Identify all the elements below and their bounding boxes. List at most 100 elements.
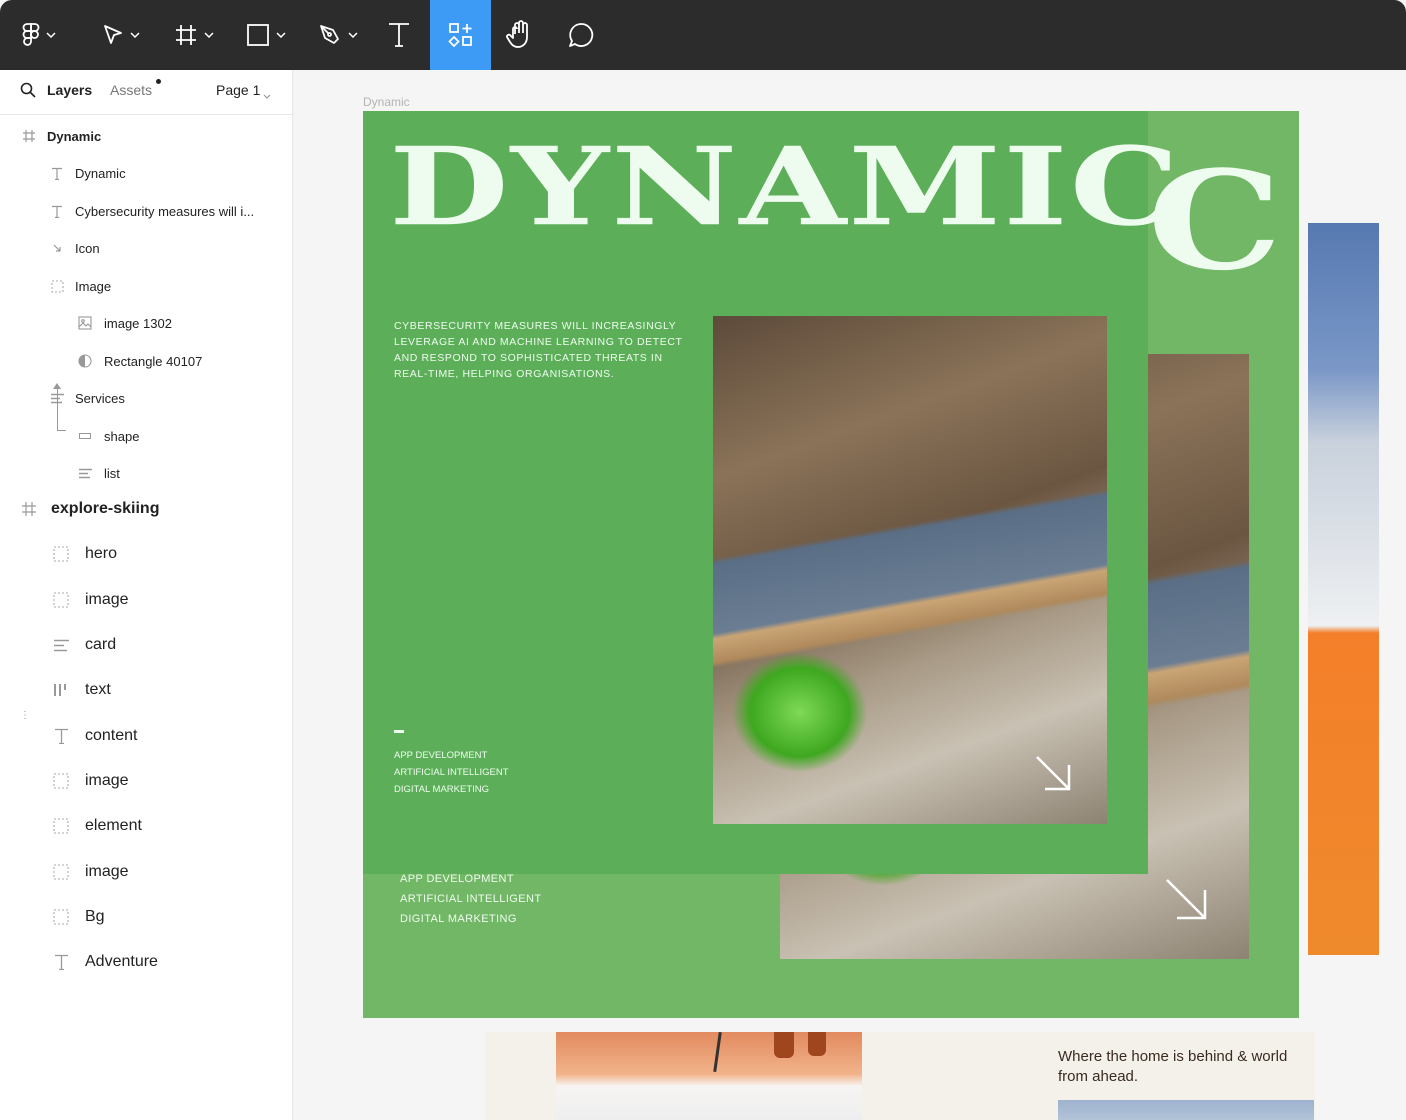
frame-tool-button[interactable] [168,0,220,70]
dashed-frame-icon [52,545,70,563]
layer-list[interactable]: list [0,463,292,483]
layers-panel: Layers Assets Page 1 Dynamic Dynamic Cyb… [0,70,293,1120]
design-canvas[interactable]: Dynamic C APP DEVELOPMENT ARTIFICIAL INT… [293,70,1406,1120]
comment-icon [567,21,595,49]
layer-icon[interactable]: Icon [0,238,292,258]
skier-thumbnail-image [1058,1100,1314,1120]
toolbar [0,0,1406,70]
rectangle-icon [246,23,270,47]
layer-image[interactable]: image [0,770,292,792]
text-t-icon [52,727,70,745]
layer-label: image [85,863,129,880]
dynamic-frame[interactable]: C APP DEVELOPMENT ARTIFICIAL INTELLIGENT… [363,111,1299,1018]
service-item: ARTIFICIAL INTELLIGENT [394,767,509,778]
layer-label: list [104,465,120,481]
layer-dynamic-frame[interactable]: Dynamic [0,126,292,146]
layer-text[interactable]: text [0,679,292,701]
arrow-down-right-icon [1033,753,1075,800]
assets-notification-dot [156,79,161,84]
layer-label: explore-skiing [51,500,160,517]
arrow-icon [48,239,66,257]
layer-image-group[interactable]: Image [0,276,292,296]
frame-label[interactable]: Dynamic [363,95,410,109]
pen-tool-button[interactable] [312,0,364,70]
layer-cybersecurity-text[interactable]: Cybersecurity measures will i... [0,201,292,221]
layer-element[interactable]: element [0,815,292,837]
skier-leg [808,1032,826,1056]
explore-skiing-preview[interactable] [1308,223,1379,955]
service-item: APP DEVELOPMENT [394,750,488,761]
dashed-frame-icon [52,908,70,926]
text-t-icon [48,202,66,220]
layer-hero[interactable]: hero [0,543,292,565]
layer-explore-skiing-frame[interactable]: explore-skiing [0,498,292,520]
layer-label: Adventure [85,953,158,970]
poster-title: DYNAMIC [389,122,1182,250]
layer-dynamic-text[interactable]: Dynamic [0,163,292,183]
frame-hash-icon [20,500,38,518]
ski-pole [713,1031,722,1073]
layer-bg[interactable]: Bg [0,906,292,928]
figma-logo-icon [22,23,40,47]
layer-label: image [85,591,129,608]
services-list-back: APP DEVELOPMENT ARTIFICIAL INTELLIGENT D… [400,869,541,929]
services-dash [394,730,404,733]
frame-hash-icon [20,127,38,145]
comment-tool-button[interactable] [561,0,601,70]
layer-card[interactable]: card [0,634,292,656]
service-item: DIGITAL MARKETING [394,784,490,795]
layer-label: Cybersecurity measures will i... [75,203,255,219]
half-circle-icon [76,352,94,370]
layer-label: text [85,681,111,698]
list-lines-icon [48,389,66,407]
layer-content[interactable]: content [0,725,292,747]
drag-handle-icon[interactable]: ⋮ [20,710,30,721]
layer-label: content [85,727,138,744]
layer-label: shape [104,428,140,444]
layer-label: Bg [85,908,105,925]
layer-label: card [85,636,117,653]
chevron-down-icon [276,32,286,38]
layer-label: Image [75,278,112,294]
layer-label: image 1302 [104,315,172,331]
text-t-icon [48,164,66,182]
text-icon [388,22,410,48]
layer-rectangle-40107[interactable]: Rectangle 40107 [0,351,292,371]
shape-tool-button[interactable] [240,0,292,70]
layer-image[interactable]: image [0,589,292,611]
page-selector[interactable]: Page 1 [216,82,260,98]
explore-skiing-card[interactable]: Where the home is behind & world from ah… [485,1031,1315,1120]
layer-adventure[interactable]: Adventure [0,951,292,973]
skier-leg [774,1032,794,1058]
layer-label: Services [75,390,125,406]
tab-assets[interactable]: Assets [110,82,152,98]
layer-image-1302[interactable]: image 1302 [0,313,292,333]
layer-shape[interactable]: shape [0,426,292,446]
chevron-down-icon [348,32,358,38]
hand-icon [506,20,534,50]
tab-layers[interactable]: Layers [47,82,92,98]
arrow-down-right-icon [1163,876,1211,929]
chevron-down-icon[interactable] [263,86,271,104]
components-icon [447,22,474,48]
figma-menu-button[interactable] [14,0,64,70]
resources-tool-button[interactable] [430,0,491,70]
list-lines-icon [52,636,70,654]
text-tool-button[interactable] [380,0,418,70]
search-icon[interactable] [20,82,36,103]
dashed-frame-icon [52,817,70,835]
layer-services[interactable]: Services [0,388,292,408]
pen-nib-icon [318,23,342,47]
image-icon [76,314,94,332]
snow-hero-image [556,1031,862,1120]
dashed-frame-icon [48,277,66,295]
move-tool-button[interactable] [92,0,150,70]
dynamic-front-layer[interactable]: DYNAMIC CYBERSECURITY MEASURES WILL INCR… [363,111,1180,874]
chevron-down-icon [130,32,140,38]
list-lines-icon [76,464,94,482]
columns-icon [52,681,70,699]
layer-image[interactable]: image [0,861,292,883]
layer-label: Dynamic [75,165,126,181]
service-item: DIGITAL MARKETING [400,913,517,925]
hand-tool-button[interactable] [500,0,540,70]
